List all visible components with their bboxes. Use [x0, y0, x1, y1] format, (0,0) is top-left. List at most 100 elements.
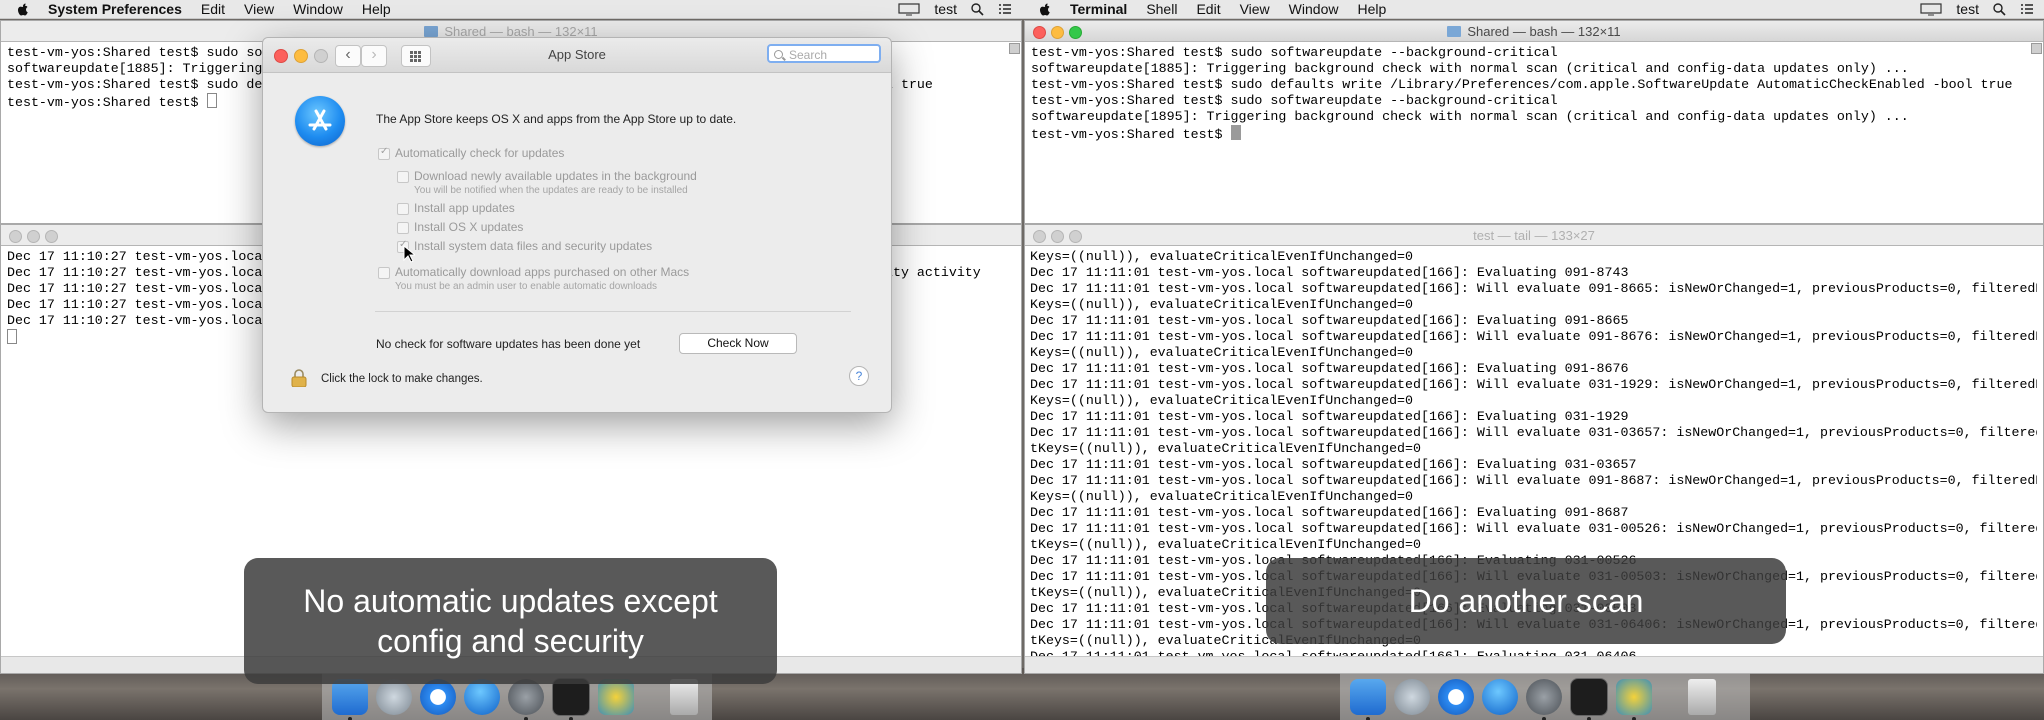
menu-edit[interactable]: Edit — [201, 1, 225, 17]
finder-icon[interactable] — [1350, 678, 1386, 720]
prompt-text: test-vm-yos:Shared test$ — [7, 95, 207, 110]
install-security-updates-label: Install system data files and security u… — [414, 239, 653, 253]
trash-icon[interactable] — [1688, 678, 1716, 715]
apple-logo-icon[interactable] — [16, 2, 30, 16]
app-store-preferences-window[interactable]: ‹ › App Store Search The App Store keeps… — [262, 37, 892, 413]
terminal-line: Dec 17 11:11:01 test-vm-yos.local softwa… — [1030, 361, 1629, 376]
auto-download-purchases-label: Automatically download apps purchased on… — [395, 265, 690, 279]
prompt-text: test-vm-yos:Shared test$ — [1031, 127, 1231, 142]
right-screen: Terminal Shell Edit View Window Help tes… — [1022, 0, 2044, 720]
description-text: The App Store keeps OS X and apps from t… — [376, 112, 737, 126]
auto-download-purchases-checkbox[interactable] — [378, 267, 390, 279]
terminal-line: Dec 17 11:11:01 test-vm-yos.local softwa… — [1030, 521, 2037, 536]
terminal-line: Dec 17 11:11:01 test-vm-yos.local softwa… — [1030, 281, 2037, 296]
folder-icon — [424, 26, 439, 37]
launchpad-icon[interactable] — [1394, 678, 1430, 715]
display-icon[interactable] — [1920, 2, 1943, 16]
terminal-line: Dec 17 11:11:01 test-vm-yos.local softwa… — [1030, 473, 2037, 488]
system-preferences-icon[interactable] — [1526, 678, 1562, 720]
terminal-line: test-vm-yos:Shared test$ sudo softwareup… — [1031, 93, 1558, 108]
preferences-titlebar[interactable]: ‹ › App Store Search — [263, 38, 891, 73]
terminal-cursor — [1230, 125, 1241, 140]
auto-check-checkbox[interactable] — [378, 146, 390, 160]
terminal-line: Keys=((null)), evaluateCriticalEvenIfUnc… — [1030, 249, 1414, 264]
download-note: You will be notified when the updates ar… — [414, 185, 688, 196]
terminal-line: Keys=((null)), evaluateCriticalEvenIfUnc… — [1030, 345, 1414, 360]
install-app-updates-checkbox[interactable] — [397, 203, 409, 215]
terminal-titlebar[interactable]: test — tail — 133×27 — [1025, 225, 2043, 246]
zoom-button[interactable] — [45, 230, 58, 243]
minimize-button[interactable] — [27, 230, 40, 243]
mouse-pointer-icon — [403, 245, 415, 263]
menu-help[interactable]: Help — [362, 1, 391, 17]
notification-list-icon[interactable] — [2020, 3, 2034, 15]
video-caption: No automatic updates except config and s… — [244, 558, 777, 684]
terminal-line: softwareupdate[1895]: Triggering backgro… — [1031, 109, 1909, 124]
scroll-button[interactable] — [1009, 43, 1020, 54]
install-osx-updates-label: Install OS X updates — [414, 220, 524, 234]
safari-icon[interactable] — [1438, 678, 1474, 715]
terminal-line: Dec 17 11:11:01 test-vm-yos.local softwa… — [1030, 329, 2037, 344]
terminal-text-fragment: l true — [885, 77, 933, 92]
terminal-line: Dec 17 11:11:01 test-vm-yos.local softwa… — [1030, 265, 1629, 280]
menu-view[interactable]: View — [244, 1, 274, 17]
notification-list-icon[interactable] — [998, 3, 1012, 15]
install-app-updates-label: Install app updates — [414, 201, 515, 215]
download-background-checkbox[interactable] — [397, 171, 409, 183]
terminal-cursor — [7, 329, 17, 344]
menu-bar: Terminal Shell Edit View Window Help tes… — [1022, 0, 2044, 19]
menu-app-name[interactable]: System Preferences — [48, 1, 182, 17]
auto-check-label: Automatically check for updates — [395, 146, 565, 160]
terminal-window-top[interactable]: Shared — bash — 132×11 test-vm-yos:Share… — [1024, 20, 2044, 224]
terminal-line: test-vm-yos:Shared test$ sudo softwareup… — [1031, 45, 1558, 60]
app-store-icon — [295, 96, 345, 146]
menu-view[interactable]: View — [1240, 1, 1270, 17]
apple-logo-icon[interactable] — [1038, 2, 1052, 16]
terminal-line: Dec 17 11:11:01 test-vm-yos.local softwa… — [1030, 505, 1629, 520]
terminal-line: test-vm-yos:Shared test$ sudo defaults w… — [1031, 77, 2013, 92]
editor-status-bar — [1025, 656, 2043, 673]
app-store-dock-icon[interactable] — [1482, 678, 1518, 715]
terminal-line: softwareupdate[1885]: Triggering backgro… — [1031, 61, 1909, 76]
scrollbar[interactable] — [1009, 43, 1020, 221]
video-caption: Do another scan — [1266, 558, 1786, 644]
terminal-line: tKeys=((null)), evaluateCriticalEvenIfUn… — [1030, 537, 1421, 552]
terminal-line: tKeys=((null)), evaluateCriticalEvenIfUn… — [1030, 441, 1421, 456]
check-now-button[interactable]: Check Now — [679, 333, 797, 354]
terminal-output[interactable]: test-vm-yos:Shared test$ sudo softwareup… — [1031, 45, 2029, 223]
terminal-line: Keys=((null)), evaluateCriticalEvenIfUnc… — [1030, 297, 1414, 312]
window-title: test — tail — 133×27 — [1473, 228, 1595, 243]
spotlight-search-icon[interactable] — [971, 2, 984, 16]
search-placeholder: Search — [789, 48, 828, 62]
download-background-label: Download newly available updates in the … — [414, 169, 697, 183]
scroll-button[interactable] — [2031, 43, 2042, 54]
update-status-text: No check for software updates has been d… — [376, 337, 641, 351]
terminal-line: Keys=((null)), evaluateCriticalEvenIfUnc… — [1030, 393, 1414, 408]
lock-icon[interactable] — [291, 369, 307, 387]
terminal-text-fragment: ity activity — [885, 265, 981, 280]
menu-window[interactable]: Window — [293, 1, 343, 17]
install-osx-updates-checkbox[interactable] — [397, 222, 409, 234]
terminal-line: Dec 17 11:11:01 test-vm-yos.local softwa… — [1030, 377, 2037, 392]
menu-app-name[interactable]: Terminal — [1070, 1, 1127, 17]
terminal-titlebar[interactable]: Shared — bash — 132×11 — [1025, 21, 2043, 42]
menu-window[interactable]: Window — [1289, 1, 1339, 17]
display-icon[interactable] — [898, 2, 921, 16]
window-title: Shared — bash — 132×11 — [1467, 24, 1621, 39]
terminal-icon[interactable] — [1570, 677, 1608, 720]
menu-user-name[interactable]: test — [934, 1, 957, 17]
menu-help[interactable]: Help — [1357, 1, 1386, 17]
menu-bar: System Preferences Edit View Window Help… — [0, 0, 1022, 19]
menu-user-name[interactable]: test — [1956, 1, 1979, 17]
spotlight-search-icon[interactable] — [1993, 2, 2006, 16]
lock-text: Click the lock to make changes. — [321, 373, 483, 385]
close-button[interactable] — [9, 230, 22, 243]
terminal-line: Keys=((null)), evaluateCriticalEvenIfUnc… — [1030, 489, 1414, 504]
console-icon[interactable] — [1616, 678, 1652, 720]
scrollbar[interactable] — [2031, 43, 2042, 221]
menu-shell[interactable]: Shell — [1146, 1, 1177, 17]
divider — [375, 311, 851, 312]
help-button[interactable]: ? — [849, 366, 869, 386]
menu-edit[interactable]: Edit — [1196, 1, 1220, 17]
search-input[interactable]: Search — [767, 44, 881, 63]
